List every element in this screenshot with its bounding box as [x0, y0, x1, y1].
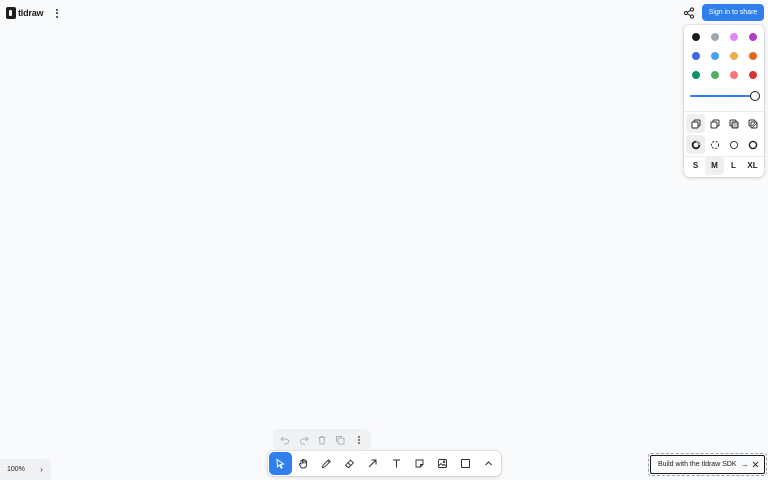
color-swatch-light-violet[interactable] — [724, 27, 743, 46]
color-dot — [691, 51, 700, 60]
tldraw-logo-icon — [6, 7, 16, 19]
trash-icon[interactable] — [314, 432, 330, 448]
dash-options — [686, 135, 762, 154]
duplicate-icon[interactable] — [332, 432, 348, 448]
size-options: S M L XL — [686, 156, 762, 175]
opacity-track — [690, 95, 756, 97]
color-swatch-red[interactable] — [743, 65, 762, 84]
sign-in-to-share-button[interactable]: Sign in to share — [702, 4, 764, 21]
size-m-button[interactable]: M — [705, 156, 724, 175]
color-dot — [729, 51, 738, 60]
dots-vertical-icon — [56, 8, 58, 11]
close-icon[interactable] — [750, 459, 761, 470]
redo-icon[interactable] — [296, 432, 312, 448]
fill-options — [686, 114, 762, 133]
color-swatch-light-green[interactable] — [705, 65, 724, 84]
color-swatches — [686, 27, 762, 84]
color-swatch-yellow[interactable] — [724, 46, 743, 65]
arrow-right-icon: → — [740, 460, 749, 469]
tools-toolbar — [268, 451, 501, 476]
color-swatch-light-red[interactable] — [724, 65, 743, 84]
sdk-link-label: Build with the tldraw SDK — [658, 461, 737, 468]
share-icon[interactable] — [682, 6, 696, 20]
color-dot — [710, 70, 719, 79]
color-dot — [729, 70, 738, 79]
text-icon[interactable] — [384, 452, 407, 475]
undo-icon[interactable] — [277, 432, 293, 448]
arrow-icon[interactable] — [361, 452, 384, 475]
brand[interactable]: tldraw — [6, 5, 44, 21]
fill-solid-icon[interactable] — [724, 114, 743, 133]
color-dot — [748, 51, 757, 60]
zoom-control: 100% › — [0, 459, 51, 480]
main-menu-button[interactable] — [51, 7, 63, 19]
color-swatch-grey[interactable] — [705, 27, 724, 46]
fill-pattern-icon[interactable] — [743, 114, 762, 133]
color-swatch-violet[interactable] — [743, 27, 762, 46]
fill-semi-icon[interactable] — [705, 114, 724, 133]
style-panel: S M L XL — [684, 25, 764, 177]
color-dot — [691, 32, 700, 41]
build-with-sdk-link[interactable]: Build with the tldraw SDK → — [648, 453, 767, 476]
color-dot — [710, 51, 719, 60]
eraser-icon[interactable] — [338, 452, 361, 475]
size-l-button[interactable]: L — [724, 156, 743, 175]
color-dot — [691, 70, 700, 79]
rectangle-icon[interactable] — [454, 452, 477, 475]
color-swatch-black[interactable] — [686, 27, 705, 46]
color-dot — [729, 32, 738, 41]
more-icon[interactable] — [351, 432, 367, 448]
hand-icon[interactable] — [292, 452, 315, 475]
image-icon[interactable] — [431, 452, 454, 475]
note-icon[interactable] — [408, 452, 431, 475]
size-xl-button[interactable]: XL — [743, 156, 762, 175]
color-dot — [710, 32, 719, 41]
opacity-thumb[interactable] — [750, 91, 760, 101]
color-dot — [748, 32, 757, 41]
size-s-button[interactable]: S — [686, 156, 705, 175]
color-swatch-blue[interactable] — [686, 46, 705, 65]
dash-dotted-icon[interactable] — [724, 135, 743, 154]
pencil-icon[interactable] — [315, 452, 338, 475]
color-swatch-orange[interactable] — [743, 46, 762, 65]
panel-divider — [684, 111, 764, 112]
color-swatch-light-blue[interactable] — [705, 46, 724, 65]
drawing-canvas[interactable] — [0, 0, 768, 480]
dash-dashed-icon[interactable] — [705, 135, 724, 154]
minimap-toggle-icon[interactable]: › — [32, 465, 51, 474]
color-dot — [748, 70, 757, 79]
chevron-up-icon[interactable] — [477, 452, 500, 475]
color-swatch-green[interactable] — [686, 65, 705, 84]
dash-draw-icon[interactable] — [686, 135, 705, 154]
brand-name: tldraw — [18, 8, 44, 18]
cursor-icon[interactable] — [269, 452, 293, 475]
zoom-level[interactable]: 100% — [0, 466, 32, 473]
quick-actions-bar — [273, 429, 371, 450]
fill-none-icon[interactable] — [686, 114, 705, 133]
dash-solid-icon[interactable] — [743, 135, 762, 154]
opacity-slider[interactable] — [690, 89, 760, 103]
